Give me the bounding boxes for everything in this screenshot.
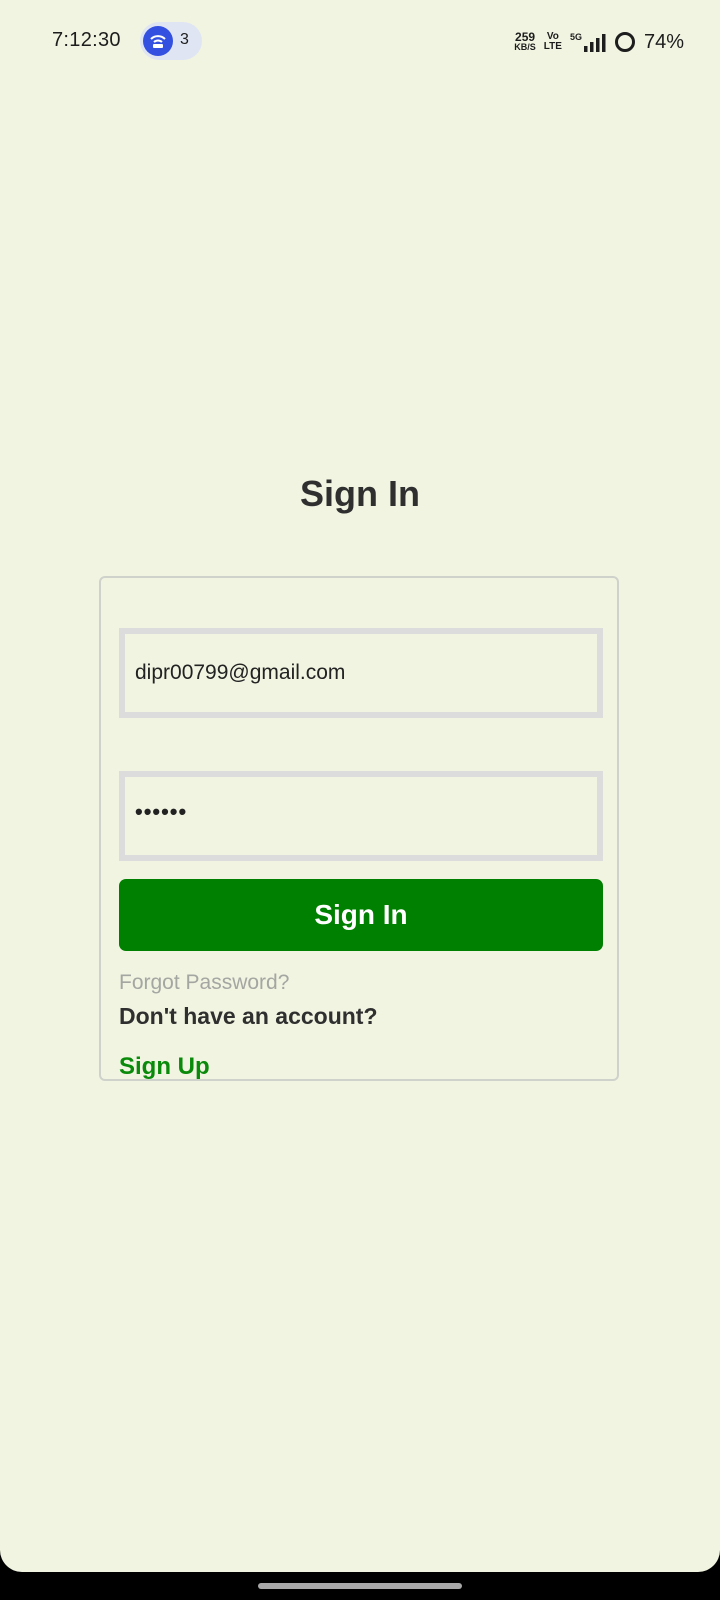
battery-icon — [614, 32, 635, 52]
signup-link[interactable]: Sign Up — [119, 1053, 210, 1081]
forgot-password-link[interactable]: Forgot Password? — [119, 971, 289, 995]
network-speed-unit: KB/S — [514, 42, 536, 52]
hotspot-icon — [143, 26, 173, 56]
status-time: 7:12:30 — [52, 29, 121, 51]
network-speed: 259 KB/S — [514, 30, 536, 52]
signin-card: dipr00799@gmail.com •••••• Sign In Forgo… — [99, 576, 619, 1081]
status-bar: 7:12:30 3 259 KB/S Vo LTE 5G 74% — [0, 0, 720, 84]
password-field[interactable]: •••••• — [119, 771, 603, 861]
battery-percent: 74% — [643, 30, 684, 53]
home-indicator[interactable] — [258, 1583, 462, 1589]
page-title: Sign In — [300, 473, 420, 514]
email-value: dipr00799@gmail.com — [135, 661, 346, 684]
network-type: 5G — [569, 32, 582, 42]
volte-bottom: LTE — [543, 41, 562, 52]
status-icons: 259 KB/S Vo LTE 5G 74% — [514, 28, 684, 56]
no-account-label: Don't have an account? — [119, 1003, 378, 1029]
network-speed-value: 259 — [515, 30, 536, 44]
signal-icon — [583, 34, 606, 52]
signin-button[interactable]: Sign In — [119, 879, 603, 951]
email-field[interactable]: dipr00799@gmail.com — [119, 628, 603, 718]
cellular-indicator: 5G — [570, 32, 606, 52]
hotspot-count: 3 — [180, 31, 189, 48]
screen: 7:12:30 3 259 KB/S Vo LTE 5G 74% Sign In… — [0, 0, 720, 1572]
hotspot-indicator[interactable]: 3 — [140, 22, 202, 60]
volte-indicator: Vo LTE — [544, 32, 562, 52]
password-value: •••••• — [135, 799, 188, 824]
